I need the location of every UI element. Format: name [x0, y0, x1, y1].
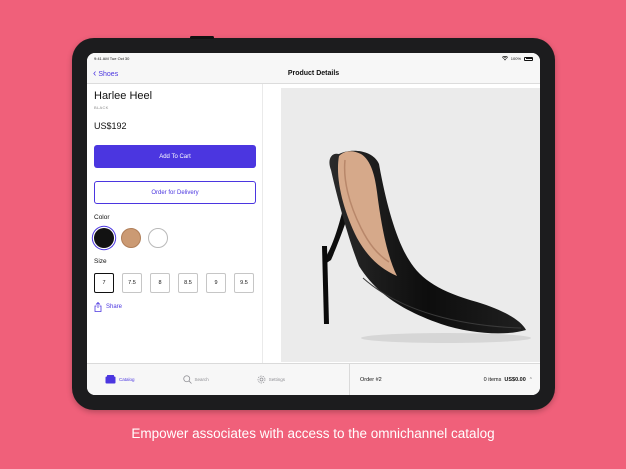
size-option[interactable]: 7.5	[122, 273, 142, 293]
status-time: 9:41 AM	[94, 56, 109, 61]
tab-catalog-label: Catalog	[119, 377, 135, 382]
share-icon	[94, 302, 102, 312]
app-screen: 9:41 AM Tue Oct 30 100% ‹ Shoes Product …	[87, 53, 540, 395]
product-info-panel: Harlee Heel BLACK US$192 Add To Cart Ord…	[87, 84, 263, 363]
gear-icon	[257, 375, 266, 384]
marketing-caption: Empower associates with access to the om…	[131, 426, 495, 441]
color-swatch-black[interactable]	[94, 228, 114, 248]
product-detail-content: Harlee Heel BLACK US$192 Add To Cart Ord…	[87, 84, 540, 363]
order-for-delivery-button[interactable]: Order for Delivery	[94, 181, 256, 204]
high-heel-shoe-image	[322, 150, 531, 343]
product-image	[281, 88, 540, 362]
size-option[interactable]: 9.5	[234, 273, 254, 293]
order-totals: 0 items US$0.00 ⌃	[484, 377, 533, 383]
product-price: US$192	[94, 121, 127, 131]
battery-percent: 100%	[510, 56, 521, 61]
tab-settings[interactable]: Settings	[257, 375, 285, 384]
product-variant: BLACK	[94, 105, 109, 110]
catalog-icon	[105, 375, 116, 384]
navigation-bar: ‹ Shoes Product Details	[87, 64, 540, 84]
status-time-date: 9:41 AM Tue Oct 30	[94, 56, 129, 61]
chevron-left-icon: ‹	[93, 67, 97, 79]
tab-search-label: Search	[194, 377, 209, 382]
wifi-icon	[501, 56, 508, 61]
search-icon	[182, 375, 192, 384]
color-swatch-tan[interactable]	[121, 228, 141, 248]
add-to-cart-button[interactable]: Add To Cart	[94, 145, 256, 168]
order-for-delivery-label: Order for Delivery	[151, 189, 199, 196]
color-swatch-white[interactable]	[148, 228, 168, 248]
share-button[interactable]: Share	[94, 302, 256, 312]
size-option[interactable]: 9	[206, 273, 226, 293]
product-name: Harlee Heel	[94, 90, 153, 102]
tab-group: Catalog Search Settings	[87, 364, 350, 395]
size-options: 7 7.5 8 8.5 9 9.5	[94, 273, 256, 293]
color-section-label: Color	[94, 214, 110, 221]
ipad-device: 9:41 AM Tue Oct 30 100% ‹ Shoes Product …	[72, 36, 555, 410]
order-summary[interactable]: Order #2 0 items US$0.00 ⌃	[350, 364, 540, 395]
size-option[interactable]: 8	[150, 273, 170, 293]
status-date: Tue Oct 30	[109, 56, 130, 61]
tab-settings-label: Settings	[268, 377, 286, 382]
page-title: Product Details	[287, 70, 340, 77]
status-indicators: 100%	[501, 56, 533, 61]
status-bar: 9:41 AM Tue Oct 30 100%	[87, 53, 540, 64]
product-image-area	[263, 84, 540, 363]
chevron-up-icon[interactable]: ⌃	[529, 377, 533, 383]
color-swatches	[94, 228, 256, 248]
tab-bar: Catalog Search Settings Order #2 0 items…	[87, 363, 540, 395]
order-total: US$0.00	[504, 376, 526, 383]
share-label: Share	[106, 304, 123, 310]
add-to-cart-label: Add To Cart	[159, 153, 191, 160]
size-section-label: Size	[94, 258, 107, 265]
tab-search[interactable]: Search	[182, 375, 209, 384]
battery-icon	[524, 56, 533, 61]
back-button-label: Shoes	[98, 70, 119, 78]
order-item-count: 0 items	[483, 376, 502, 383]
order-number: Order #2	[360, 376, 382, 383]
size-option[interactable]: 8.5	[178, 273, 198, 293]
back-button[interactable]: ‹ Shoes	[93, 64, 118, 84]
tab-catalog[interactable]: Catalog	[105, 375, 135, 384]
size-option[interactable]: 7	[94, 273, 114, 293]
